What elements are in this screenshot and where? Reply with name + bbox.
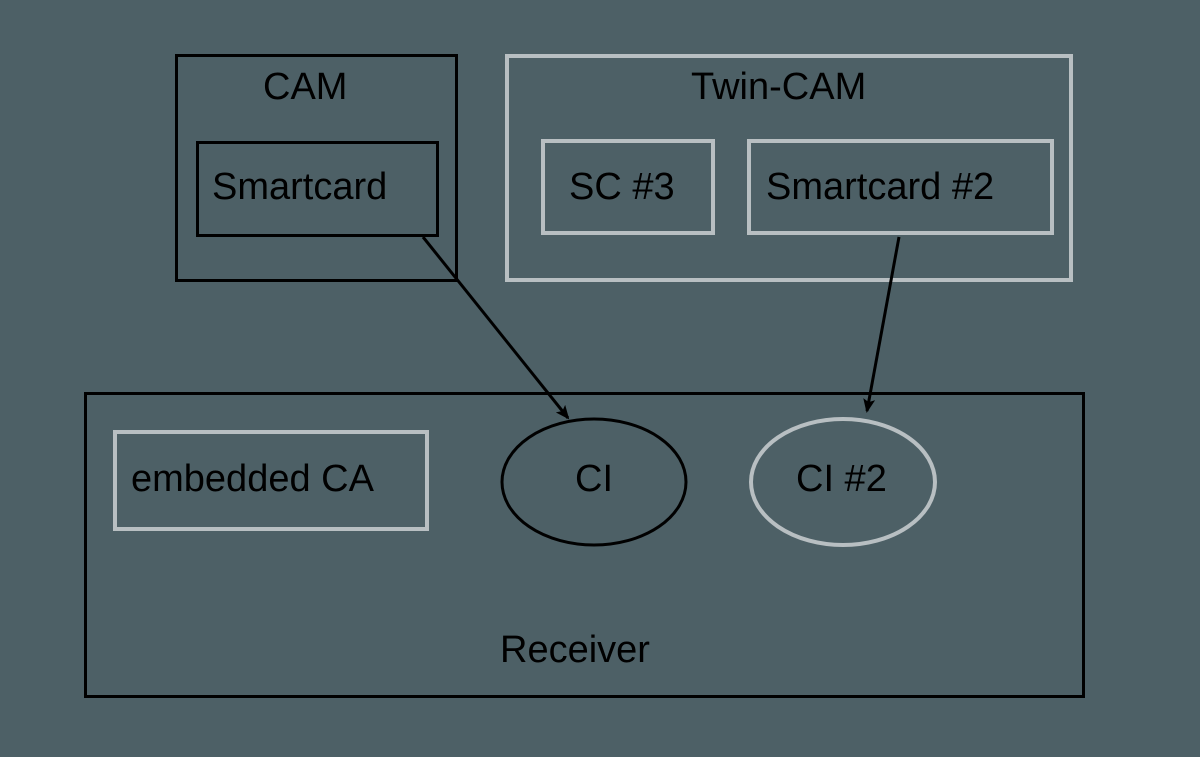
smartcard-label: Smartcard xyxy=(212,166,387,209)
sc3-label: SC #3 xyxy=(569,166,675,209)
receiver-title: Receiver xyxy=(500,629,650,672)
embedded-ca-label: embedded CA xyxy=(131,458,374,501)
cam-title: CAM xyxy=(263,66,347,109)
sc2-label: Smartcard #2 xyxy=(766,166,994,209)
ci-label: CI xyxy=(575,458,613,501)
twin-cam-title: Twin-CAM xyxy=(691,66,866,109)
ci2-label: CI #2 xyxy=(796,458,887,501)
